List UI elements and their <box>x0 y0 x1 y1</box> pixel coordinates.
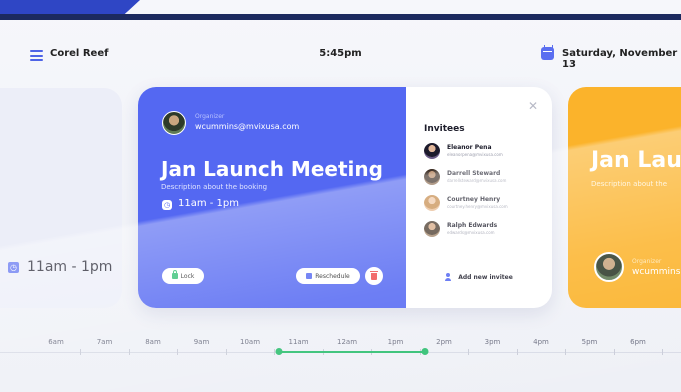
booking-card-previous[interactable] <box>0 88 122 308</box>
timeline-tick <box>80 349 82 355</box>
timeline-hour-label: 8am <box>145 338 161 346</box>
meeting-description: Description about the booking <box>161 183 268 191</box>
invitee-item[interactable]: Eleanor Pena eleanorpena@mvixusa.com <box>424 143 544 163</box>
invitee-avatar <box>424 143 440 159</box>
booking-details-panel: Organizer wcummins@mvixusa.com Jan Launc… <box>138 87 406 308</box>
invitees-title: Invitees <box>424 124 465 134</box>
timeline-tick <box>516 349 518 355</box>
timeline-hour-label: 6am <box>48 338 64 346</box>
invitee-avatar <box>424 221 440 237</box>
organizer-avatar <box>162 111 186 135</box>
organizer-email: wcummins@mvixusa.com <box>195 122 300 131</box>
timeline-tick <box>613 349 615 355</box>
invitee-email: darrellsteward@mvixusa.com <box>447 178 507 183</box>
lock-button[interactable]: Lock <box>162 268 204 284</box>
next-organizer-email: wcummins <box>632 267 681 277</box>
timeline-hour-label: 12am <box>336 338 358 346</box>
timeline-hour-label: 4pm <box>533 338 549 346</box>
timeline-hour-label: 3pm <box>484 338 501 346</box>
next-meeting-description: Description about the <box>591 180 668 188</box>
organizer-label: Organizer <box>195 113 225 120</box>
range-end-handle[interactable] <box>421 348 429 355</box>
timeline-hour-label: 2pm <box>436 338 452 346</box>
invitee-name: Courtney Henry <box>447 196 501 203</box>
invitee-email: courtney.henry@mvixusa.com <box>447 204 508 209</box>
next-meeting-title: Jan Lau <box>591 148 681 173</box>
app-frame: Corel Reef 5:45pm Saturday, November 13 … <box>0 0 681 392</box>
timeline-tick <box>128 349 130 355</box>
reschedule-label: Reschedule <box>315 272 350 280</box>
timeline-hour-label: 11am <box>288 338 309 346</box>
add-invitee-button[interactable]: Add new invitee <box>424 271 534 283</box>
invitee-item[interactable]: Ralph Edwards edwards@mvixusa.com <box>424 221 544 241</box>
clock-icon: ◷ <box>8 262 19 273</box>
invitee-email: eleanorpena@mvixusa.com <box>447 152 503 157</box>
invitee-item[interactable]: Darrell Steward darrellsteward@mvixusa.c… <box>424 169 544 189</box>
previous-booking-time: 11am - 1pm <box>27 259 113 275</box>
timeline-tick <box>225 349 227 355</box>
meeting-title: Jan Launch Meeting <box>161 157 383 181</box>
delete-button[interactable] <box>365 267 383 285</box>
hour-timeline[interactable]: 6am 7am 8am 9am 10am 11am 12am 1pm 2pm 3pm 4pm 5pm 6… <box>0 336 681 366</box>
invitee-name: Eleanor Pena <box>447 144 492 151</box>
meeting-time: 11am - 1pm <box>178 198 240 209</box>
invitee-email: edwards@mvixusa.com <box>447 230 495 235</box>
calendar-icon[interactable] <box>541 45 554 60</box>
timeline-hour-label: 10am <box>239 338 261 346</box>
trash-icon <box>370 270 378 280</box>
add-invitee-label: Add new invitee <box>458 273 513 281</box>
timeline-hour-label: 7am <box>96 338 113 346</box>
next-organizer-label: Organizer <box>632 258 662 265</box>
range-start-handle[interactable] <box>275 348 283 355</box>
current-date: Saturday, November 13 <box>562 48 678 70</box>
timeline-selected-range <box>279 351 425 353</box>
booking-card-active: Organizer wcummins@mvixusa.com Jan Launc… <box>138 87 552 308</box>
timeline-hour-label: 6pm <box>630 338 646 346</box>
invitee-avatar <box>424 169 440 185</box>
close-icon[interactable]: ✕ <box>528 100 538 112</box>
lock-label: Lock <box>180 272 195 280</box>
timeline-hour-label: 9am <box>193 338 210 346</box>
timeline-hour-label: 1pm <box>387 338 404 346</box>
lock-icon <box>171 270 178 279</box>
invitee-name: Darrell Steward <box>447 170 501 177</box>
timeline-hour-label: 5pm <box>581 338 598 346</box>
invitee-avatar <box>424 195 440 211</box>
clock-icon: ◷ <box>162 200 172 210</box>
timeline-tick <box>177 349 179 355</box>
reschedule-button[interactable]: Reschedule <box>296 268 360 284</box>
add-user-icon <box>445 273 453 281</box>
invitee-name: Ralph Edwards <box>447 222 498 229</box>
calendar-icon <box>306 273 313 279</box>
top-bezel <box>0 14 681 20</box>
next-organizer-avatar <box>594 252 624 282</box>
invitee-item[interactable]: Courtney Henry courtney.henry@mvixusa.co… <box>424 195 544 215</box>
timeline-tick <box>565 349 567 355</box>
header: Corel Reef 5:45pm Saturday, November 13 <box>0 40 681 70</box>
timeline-tick <box>662 349 664 355</box>
timeline-tick <box>468 349 470 355</box>
